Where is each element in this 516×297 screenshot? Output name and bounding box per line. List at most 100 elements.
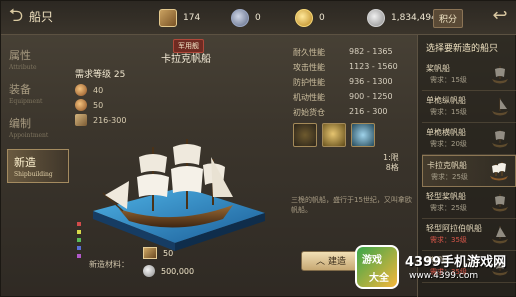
material-wood-cost: 50 [163,248,174,258]
silver-coin-icon [367,9,385,27]
nav-equipment[interactable]: 装备 Equipment [9,81,69,111]
return-arrow-icon[interactable]: ↩ [487,5,513,27]
ship-thumbnail-icon [492,226,508,244]
cannon-skill-icon[interactable] [293,123,317,147]
nav-attribute[interactable]: 属性 Attribute [9,47,69,77]
required-level-value: 25 [113,70,126,80]
ship-preview: 军用舰 卡拉克帆船 需求等级 25 40 50 216-300 新造材料： 50… [73,35,283,297]
ship-list-item-level: 需求：20级 [430,140,467,148]
color-swatch [77,222,81,226]
watermark-url: www.4399.com [409,271,479,281]
ship-list-item-name: 单桅纵帆船 [426,96,466,105]
stat-label: 机动性能 [293,93,325,102]
requirement-3: 216-300 [75,113,126,127]
nav-shipbuilding-label: 新造 [14,156,36,169]
nav-shipbuilding-sub: Shipbuilding [14,171,53,178]
watermark-title: 4399手机游戏网 [405,255,507,270]
material-wood: 50 [143,247,173,259]
stat-row: 机动性能 900 - 1250 [293,92,411,105]
requirement-2: 50 [75,98,103,112]
cannonball-skill-icon[interactable] [322,123,346,147]
page-title: 船只 [29,10,54,24]
resource-iron: 0 [231,8,261,28]
ship-list-item[interactable]: 单桅纵帆船 需求：15级 [422,91,516,123]
requirement-3-value: 216-300 [93,115,127,125]
top-bar: ⮌ 船只 174 0 0 1,834,494 积分 ↩ [1,1,516,35]
wood-icon [159,9,177,27]
resource-gold: 0 [295,8,325,28]
back-arrow-icon[interactable]: ⮌ [5,5,27,27]
chevron-up-icon: ︿ [315,257,325,267]
ship-list-item[interactable]: 桨帆船 需求：15级 [422,59,516,91]
stat-row: 攻击性能 1123 - 1560 [293,62,411,75]
requirement-1-value: 40 [93,85,104,95]
color-swatch [77,254,81,258]
ship-thumbnail-icon [492,66,508,84]
resource-wood: 174 [159,8,200,28]
iron-amount: 0 [255,13,261,23]
ship-thumbnail-icon [492,98,508,116]
nav-shipbuilding[interactable]: 新造 Shipbuilding [7,149,69,183]
slot-info-line2: 8格 [385,163,399,172]
cargo-icon [75,114,87,126]
ship-list-item-name: 卡拉克帆船 [427,161,467,170]
slot-info: 1:限 8格 [383,153,399,173]
stat-row: 耐久性能 982 - 1365 [293,47,411,60]
stat-label: 攻击性能 [293,63,325,72]
sailor-icon [75,84,87,96]
ship-description: 三桅的帆船，盛行于15世纪，又叫拿欧帆船。 [291,196,412,214]
ship-list-item-name: 单桅横帆船 [426,128,466,137]
watermark-logo: 游戏 大全 [355,245,399,289]
requirement-1: 40 [75,83,103,97]
iron-icon [231,9,249,27]
stat-row: 防护性能 936 - 1300 [293,77,411,90]
ship-thumbnail-icon [490,162,508,181]
requirement-2-value: 50 [93,100,104,110]
build-button[interactable]: ︿ 建造 [301,251,361,271]
nav-appointment-label: 编制 [9,117,31,130]
ship-list-item-selected[interactable]: 卡拉克帆船 需求：25级 [422,155,516,187]
score-tab[interactable]: 积分 [433,9,464,28]
nav-attribute-sub: Attribute [9,64,37,71]
required-level: 需求等级 25 [75,67,125,80]
ship-thumbnail-icon [492,194,508,212]
material-silver-cost: 500,000 [161,266,195,276]
color-swatch [77,246,81,250]
build-button-label: 建造 [328,257,347,267]
nav-appointment-sub: Appointment [9,132,49,139]
site-watermark: 游戏 大全 4399手机游戏网 www.4399.com [355,245,516,291]
stat-value: 216 - 300 [349,107,388,116]
ship-list-item[interactable]: 轻型桨帆船 需求：25级 [422,187,516,219]
material-silver: 500,000 [143,265,194,277]
game-window: ⮌ 船只 174 0 0 1,834,494 积分 ↩ 属性 Attribute… [0,0,516,297]
watermark-badge-top: 游戏 [362,255,382,266]
stat-value: 936 - 1300 [349,77,393,86]
build-materials-label: 新造材料： [89,260,129,269]
color-swatch [77,238,81,242]
wood-icon [143,247,157,259]
nav-appointment[interactable]: 编制 Appointment [9,115,69,145]
nav-equipment-label: 装备 [9,83,31,96]
ship-list-item-level: 需求：35级 [430,236,467,244]
stat-label: 防护性能 [293,78,325,87]
nav-attribute-label: 属性 [9,49,31,62]
rally-skill-icon[interactable] [351,123,375,147]
silver-amount: 1,834,494 [391,13,437,23]
stat-value: 982 - 1365 [349,47,393,56]
ship-list-item-level: 需求：25级 [430,204,467,212]
left-nav: 属性 Attribute 装备 Equipment 编制 Appointment… [1,35,73,297]
stat-row: 初始货仓 216 - 300 [293,107,411,120]
stat-label: 初始货仓 [293,108,325,117]
ship-list-item-level: 需求：15级 [430,108,467,116]
ship-list-item-name: 轻型桨帆船 [426,192,466,201]
ship-list-item-name: 桨帆船 [426,64,450,73]
ship-model [93,139,265,251]
ship-list-item[interactable]: 单桅横帆船 需求：20级 [422,123,516,155]
ship-list-item-level: 需求：15级 [430,76,467,84]
ship-name: 卡拉克帆船 [161,54,211,65]
gold-coin-icon [295,9,313,27]
slot-info-line1: 1:限 [383,153,399,162]
gold-amount: 0 [319,13,325,23]
silver-coin-icon [143,265,155,277]
ship-list-item-level: 需求：25级 [431,173,468,181]
